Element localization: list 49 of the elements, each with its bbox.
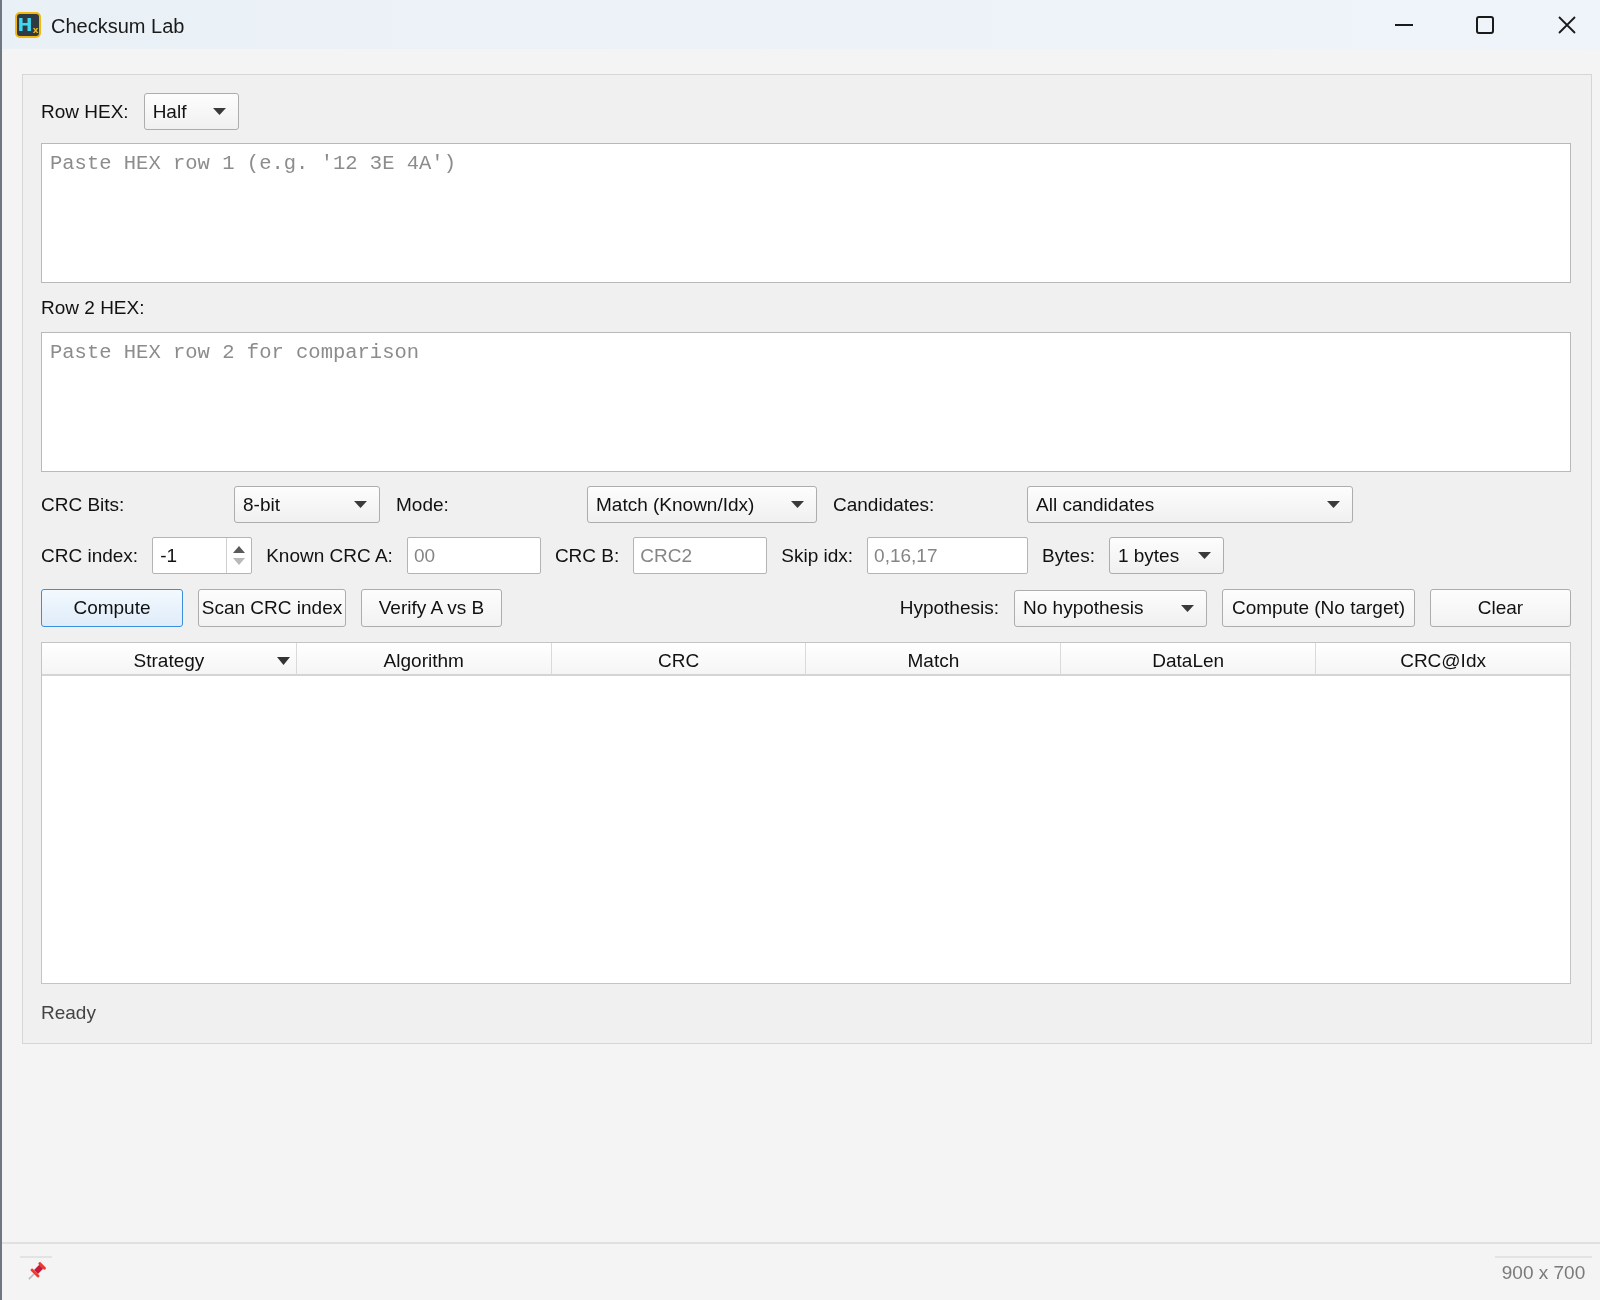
field-label: Candidates: bbox=[833, 492, 936, 517]
field-label: Hypothesis: bbox=[899, 596, 999, 620]
caret-icon bbox=[1181, 604, 1194, 612]
field-label: Row 2 HEX: bbox=[41, 295, 145, 320]
caret-icon bbox=[1327, 501, 1340, 508]
column-header[interactable]: Match bbox=[806, 643, 1062, 676]
field-label: CRC B: bbox=[554, 543, 620, 568]
dropdown[interactable]: Match (Known/Idx) bbox=[587, 486, 817, 523]
action-button[interactable]: Compute bbox=[41, 589, 183, 627]
dropdown[interactable]: No hypothesis bbox=[1014, 589, 1207, 627]
spin-box[interactable]: -1 bbox=[152, 537, 253, 574]
close-icon[interactable] bbox=[1558, 15, 1576, 34]
field-label: CRC Bits: bbox=[41, 492, 126, 517]
sort-arrow-icon bbox=[276, 656, 290, 665]
size-label: 900 x 700 bbox=[1501, 1261, 1586, 1285]
up-arrow-icon[interactable] bbox=[233, 546, 246, 553]
field-label: Bytes: bbox=[1042, 543, 1095, 568]
caret-icon bbox=[1197, 552, 1211, 559]
field-label: CRC index: bbox=[41, 543, 139, 568]
dropdown[interactable]: 1 bytes bbox=[1108, 537, 1224, 574]
field-label: Skip idx: bbox=[781, 543, 854, 568]
field-label: Known CRC A: bbox=[266, 543, 393, 568]
pin-icon[interactable] bbox=[25, 1261, 47, 1283]
column-header[interactable]: DataLen bbox=[1061, 643, 1317, 676]
input-field[interactable]: 0,16,17 bbox=[867, 537, 1029, 574]
column-header[interactable]: Algorithm bbox=[296, 643, 552, 676]
action-button[interactable]: Verify A vs B bbox=[361, 589, 502, 627]
dropdown[interactable]: 8-bit bbox=[234, 486, 380, 523]
input-field[interactable]: CRC2 bbox=[633, 537, 768, 574]
column-header[interactable]: CRC bbox=[551, 643, 807, 676]
action-button[interactable]: Compute (No target) bbox=[1222, 589, 1415, 627]
field-label: Mode: bbox=[396, 492, 450, 517]
minimize-icon[interactable] bbox=[1395, 23, 1413, 26]
app-logo: H$_{x}$ bbox=[15, 11, 41, 38]
status-text: Ready bbox=[41, 1001, 96, 1025]
dropdown[interactable]: Half bbox=[143, 93, 239, 130]
action-button[interactable]: Clear bbox=[1430, 589, 1571, 627]
column-header[interactable]: Strategy bbox=[42, 643, 297, 676]
caret-icon bbox=[212, 108, 226, 115]
caret-icon bbox=[791, 501, 804, 508]
text-area[interactable]: Paste HEX row 2 for comparison bbox=[41, 332, 1571, 472]
dropdown[interactable]: All candidates bbox=[1027, 486, 1353, 523]
window-title: Checksum Lab bbox=[51, 14, 185, 38]
action-button[interactable]: Scan CRC index bbox=[198, 589, 346, 627]
maximize-icon[interactable] bbox=[1476, 15, 1494, 34]
text-area[interactable]: Paste HEX row 1 (e.g. '12 3E 4A') bbox=[41, 143, 1571, 283]
input-field[interactable]: 00 bbox=[406, 537, 541, 574]
field-label: Row HEX: bbox=[41, 99, 129, 124]
caret-icon bbox=[354, 501, 367, 508]
